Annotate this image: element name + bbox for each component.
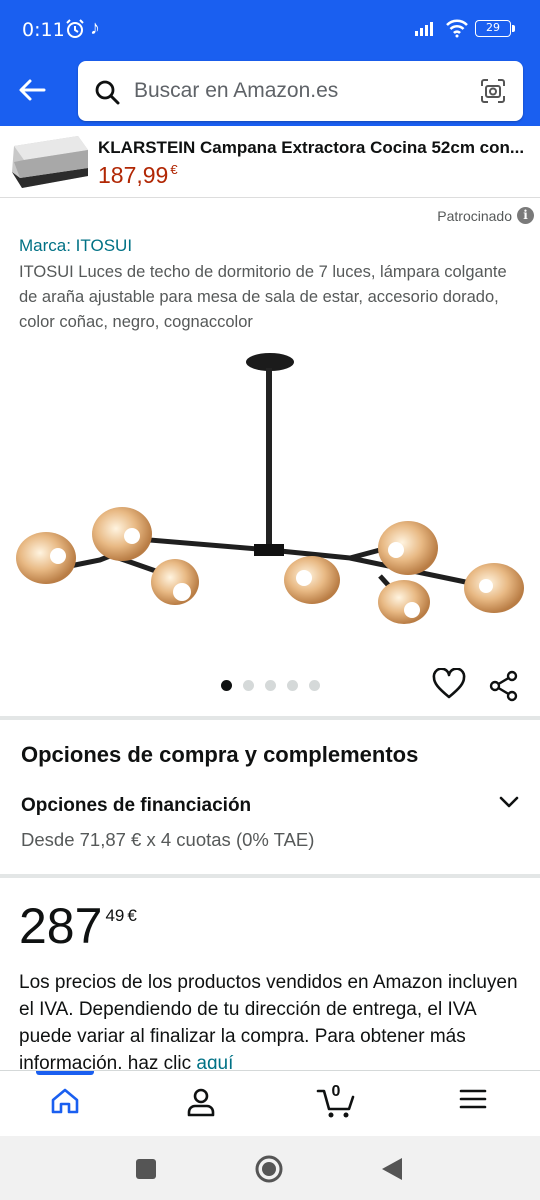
- ad-title: KLARSTEIN Campana Extractora Cocina 52cm…: [98, 138, 525, 157]
- carousel-dot[interactable]: [221, 680, 232, 691]
- financing-title: Opciones de financiación: [21, 795, 252, 816]
- back-button[interactable]: [12, 72, 52, 108]
- financing-options[interactable]: Opciones de financiación Desde 71,87 € x…: [0, 792, 540, 862]
- section-divider: [0, 716, 540, 720]
- nav-account[interactable]: [171, 1087, 231, 1127]
- back-triangle-icon[interactable]: [380, 1156, 404, 1187]
- search-input[interactable]: [134, 61, 464, 121]
- vat-link[interactable]: aquí: [196, 1053, 233, 1069]
- info-icon: i: [517, 207, 534, 224]
- ad-product-image: [8, 132, 90, 194]
- search-box[interactable]: [78, 61, 523, 121]
- sponsored-text: Patrocinado: [437, 207, 512, 224]
- brand-link[interactable]: Marca: ITOSUI: [19, 236, 132, 256]
- search-icon: [94, 79, 120, 110]
- product-image[interactable]: [0, 340, 540, 660]
- home-icon: [51, 1088, 79, 1114]
- menu-icon: [459, 1089, 487, 1109]
- battery-icon: 29: [475, 20, 515, 37]
- nav-menu[interactable]: [443, 1087, 503, 1127]
- status-bar: 0:11 ♪ 29: [0, 0, 540, 58]
- alarm-icon: [64, 18, 86, 45]
- chevron-down-icon[interactable]: [498, 792, 520, 817]
- wishlist-heart-icon[interactable]: [432, 667, 466, 705]
- wifi-icon: [445, 18, 469, 43]
- image-carousel-dots: [221, 680, 320, 691]
- sponsored-label[interactable]: Patrocinado i: [437, 207, 534, 224]
- product-price: 287 49 €: [19, 898, 137, 954]
- tiktok-icon: ♪: [90, 17, 100, 39]
- carousel-dot[interactable]: [243, 680, 254, 691]
- financing-detail: Desde 71,87 € x 4 cuotas (0% TAE): [21, 829, 315, 850]
- sponsored-ad-banner[interactable]: KLARSTEIN Campana Extractora Cocina 52cm…: [0, 128, 540, 198]
- section-divider: [0, 874, 540, 878]
- account-icon: [187, 1088, 215, 1117]
- nav-home[interactable]: [35, 1087, 95, 1127]
- bottom-navigation: 0: [0, 1070, 540, 1136]
- vat-text: Los precios de los productos vendidos en…: [19, 972, 518, 1069]
- recent-apps-icon[interactable]: [135, 1158, 157, 1185]
- ad-price: 187,99 €: [98, 162, 178, 188]
- vat-info: Los precios de los productos vendidos en…: [19, 969, 519, 1069]
- active-tab-indicator: [36, 1071, 94, 1075]
- status-time: 0:11: [22, 19, 65, 41]
- price-whole: 287: [19, 898, 103, 954]
- carousel-dot[interactable]: [265, 680, 276, 691]
- nav-cart[interactable]: 0: [306, 1083, 366, 1127]
- carousel-dot[interactable]: [309, 680, 320, 691]
- purchase-options-title: Opciones de compra y complementos: [21, 742, 419, 767]
- home-button-icon[interactable]: [254, 1154, 284, 1189]
- signal-icon: [414, 20, 438, 41]
- price-fraction: 49: [105, 906, 125, 925]
- price-currency: €: [127, 906, 137, 925]
- back-arrow-icon: [19, 79, 46, 101]
- product-title: ITOSUI Luces de techo de dormitorio de 7…: [19, 263, 507, 331]
- header: [0, 58, 540, 126]
- share-icon[interactable]: [488, 670, 520, 707]
- android-navigation-bar: [0, 1136, 540, 1200]
- camera-search-icon[interactable]: [479, 77, 507, 110]
- carousel-dot[interactable]: [287, 680, 298, 691]
- cart-count: 0: [331, 1083, 341, 1100]
